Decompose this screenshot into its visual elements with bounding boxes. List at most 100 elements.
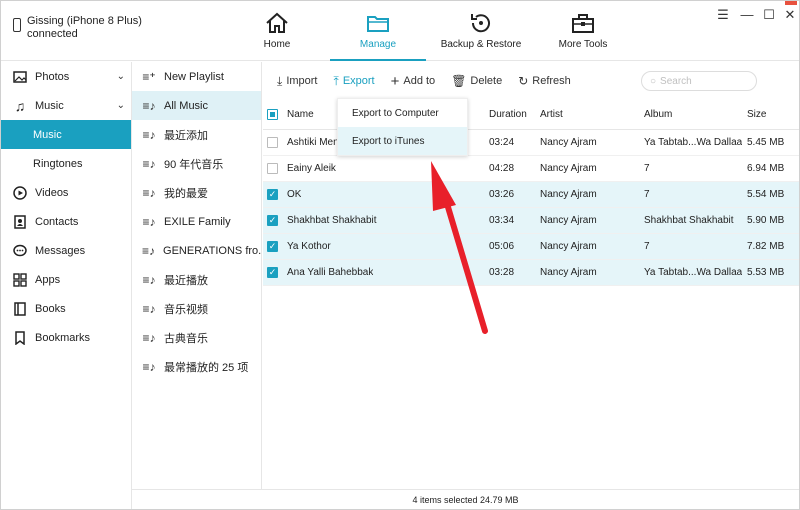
import-icon: ⤓ [277, 73, 283, 88]
playlist-icon: ≡♪ [142, 301, 156, 316]
notification-marker [785, 1, 797, 5]
refresh-button[interactable]: ↻ Refresh [518, 74, 571, 88]
maximize-icon[interactable]: ☐ [761, 7, 777, 23]
chevron-down-icon: ⌄ [116, 100, 125, 111]
sidebar-item-label: Photos [35, 70, 70, 83]
playlist-item[interactable]: ≡♪ EXILE Family [132, 207, 261, 236]
header-bar: Gissing (iPhone 8 Plus) connected Home M… [1, 1, 799, 61]
contacts-icon [13, 214, 27, 229]
playlist-icon: ≡♪ [142, 330, 156, 345]
playlist-item[interactable]: ≡♪ 最常播放的 25 项 [132, 352, 261, 381]
playlist-item[interactable]: ≡♪ 音乐视频 [132, 294, 261, 323]
chevron-down-icon: ⌄ [116, 71, 125, 82]
trash-icon: 🗑 [451, 74, 467, 88]
row-checkbox[interactable] [267, 163, 278, 174]
device-status: connected [27, 28, 78, 40]
tab-more-tools[interactable]: More Tools [535, 9, 631, 61]
playlist-icon: ≡♪ [142, 359, 156, 374]
minimize-icon[interactable]: — [739, 7, 755, 22]
playlist-item[interactable]: ≡♪ GENERATIONS fro... [132, 236, 261, 265]
col-album[interactable]: Album [644, 109, 672, 120]
sidebar-item-music[interactable]: ♫ Music ⌄ [1, 91, 131, 120]
sidebar-item-label: Bookmarks [35, 331, 91, 344]
row-checkbox[interactable]: ✓ [267, 189, 278, 200]
plus-icon: + [390, 72, 400, 90]
sidebar-item-label: Contacts [35, 215, 79, 228]
playlist-item[interactable]: ≡♪ 古典音乐 [132, 323, 261, 352]
row-checkbox[interactable]: ✓ [267, 241, 278, 252]
sidebar-item-apps[interactable]: Apps [1, 265, 131, 294]
tab-home-label: Home [263, 39, 291, 50]
search-box[interactable]: ○ [641, 71, 757, 91]
col-name[interactable]: Name [287, 109, 314, 120]
menu-icon[interactable]: ☰ [715, 7, 731, 23]
app-window: Gissing (iPhone 8 Plus) connected Home M… [0, 0, 800, 510]
folder-icon [367, 16, 389, 32]
search-input[interactable] [660, 75, 741, 87]
new-playlist-button[interactable]: ≡⁺ New Playlist [132, 62, 261, 91]
add-to-button[interactable]: + Add to [391, 73, 436, 90]
table-row[interactable]: ✓ Shakhbat Shakhabit 03:34 Nancy Ajram S… [263, 208, 799, 234]
col-size[interactable]: Size [747, 109, 766, 120]
toolbar: ⤓ Import ⤒ Export + Add to 🗑 Delete ↻ Re… [263, 62, 799, 100]
table-row[interactable]: ✓ Ana Yalli Bahebbak 03:28 Nancy Ajram Y… [263, 260, 799, 286]
playlist-icon: ≡♪ [142, 243, 156, 258]
tab-tools-label: More Tools [558, 39, 608, 50]
playlist-item[interactable]: ≡♪ 我的最爱 [132, 178, 261, 207]
sidebar-item-label: Music [35, 99, 64, 112]
playlist-icon: ≡♪ [142, 272, 156, 287]
table-row[interactable]: ✓ OK 03:26 Nancy Ajram 7 5.54 MB [263, 182, 799, 208]
playlist-icon: ≡♪ [142, 127, 156, 142]
row-checkbox[interactable] [267, 137, 278, 148]
playlist-item[interactable]: ≡♪ 最近播放 [132, 265, 261, 294]
row-checkbox[interactable]: ✓ [267, 267, 278, 278]
row-checkbox[interactable]: ✓ [267, 215, 278, 226]
phone-icon [13, 18, 21, 32]
export-dropdown-menu: Export to Computer Export to iTunes [337, 98, 468, 156]
export-icon: ⤒ [333, 73, 339, 88]
playlist-item[interactable]: ≡♪ 最近添加 [132, 120, 261, 149]
sidebar-item-videos[interactable]: Videos [1, 178, 131, 207]
books-icon [13, 301, 27, 316]
device-info[interactable]: Gissing (iPhone 8 Plus) connected [13, 15, 142, 41]
delete-button[interactable]: 🗑 Delete [451, 74, 502, 88]
restore-icon [471, 14, 490, 33]
sidebar-item-photos[interactable]: Photos ⌄ [1, 62, 131, 91]
photos-icon [13, 70, 27, 84]
search-icon: ○ [650, 75, 657, 87]
export-button[interactable]: ⤒ Export [334, 74, 375, 89]
tab-home[interactable]: Home [229, 9, 325, 61]
export-to-computer-item[interactable]: Export to Computer [338, 99, 467, 127]
sidebar-item-bookmarks[interactable]: Bookmarks [1, 323, 131, 352]
playlist-icon: ≡♪ [142, 185, 156, 200]
status-bar: 4 items selected 24.79 MB [132, 489, 799, 509]
close-icon[interactable]: ✕ [782, 7, 798, 23]
playlist-item[interactable]: ≡♪ All Music [132, 91, 261, 120]
sidebar-item-books[interactable]: Books [1, 294, 131, 323]
device-name: Gissing (iPhone 8 Plus) [27, 15, 142, 27]
refresh-icon: ↻ [518, 74, 529, 88]
sidebar-item-contacts[interactable]: Contacts [1, 207, 131, 236]
sidebar-subitem-music[interactable]: Music [1, 120, 131, 149]
play-icon [13, 185, 27, 200]
tab-backup-restore[interactable]: Backup & Restore [433, 9, 529, 61]
table-row[interactable]: ✓ Ya Kothor 05:06 Nancy Ajram 7 7.82 MB [263, 234, 799, 260]
table-row[interactable]: Eainy Aleik 04:28 Nancy Ajram 7 6.94 MB [263, 156, 799, 182]
tab-manage-label: Manage [359, 39, 397, 50]
col-artist[interactable]: Artist [540, 109, 563, 120]
sidebar: Photos ⌄ ♫ Music ⌄ Music Ringtones Video… [1, 62, 132, 509]
sidebar-subitem-ringtones[interactable]: Ringtones [1, 149, 131, 178]
selection-summary: 4 items selected 24.79 MB [412, 494, 519, 505]
sidebar-item-label: Videos [35, 186, 69, 199]
add-playlist-icon: ≡⁺ [142, 69, 156, 84]
import-button[interactable]: ⤓ Import [277, 74, 318, 89]
col-duration[interactable]: Duration [489, 109, 527, 120]
playlist-icon: ≡♪ [142, 98, 156, 113]
playlist-item[interactable]: ≡♪ 90 年代音乐 [132, 149, 261, 178]
sidebar-item-label: Messages [35, 244, 86, 257]
select-all-checkbox[interactable] [267, 109, 278, 120]
tab-manage[interactable]: Manage [330, 9, 426, 61]
messages-icon [13, 244, 27, 258]
export-to-itunes-item[interactable]: Export to iTunes [338, 127, 467, 155]
sidebar-item-messages[interactable]: Messages [1, 236, 131, 265]
